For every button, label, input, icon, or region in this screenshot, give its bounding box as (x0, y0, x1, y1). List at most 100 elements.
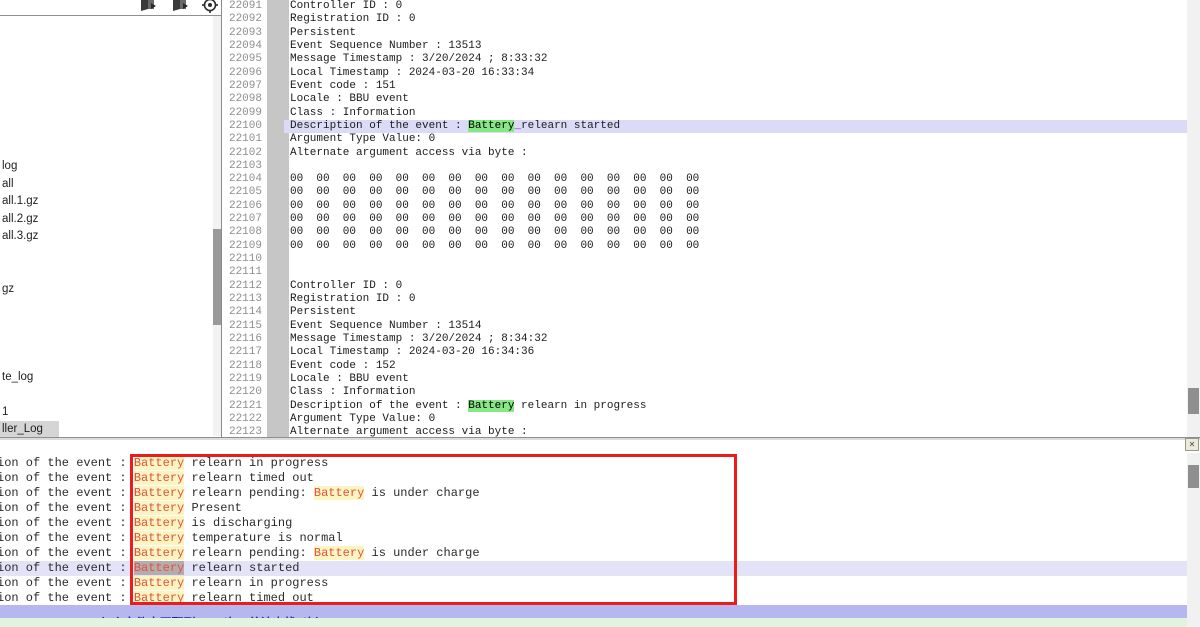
log-line-text: 00 00 00 00 00 00 00 00 00 00 00 00 00 0… (290, 200, 699, 213)
log-text-segment: ion of the event : (0, 516, 134, 530)
editor-line[interactable]: 22122Argument Type Value: 0 (0, 413, 1187, 426)
search-match-green: Battery (468, 120, 514, 132)
log-line-text: Alternate argument access via byte : (290, 147, 528, 160)
editor-line[interactable]: 22105 00 00 00 00 00 00 00 00 00 00 00 00… (0, 186, 1187, 199)
editor-line[interactable]: 22097 Event code : 151 (0, 80, 1187, 93)
line-number: 22096 (228, 67, 262, 80)
log-line-text: Message Timestamp : 3/20/2024 ; 8:33:32 (290, 53, 547, 66)
editor-line[interactable]: 22100Description of the event : Battery_… (0, 120, 1187, 133)
editor-line[interactable]: 22101Argument Type Value: 0 (0, 133, 1187, 146)
line-number: 22116 (228, 333, 262, 346)
line-number: 22093 (228, 27, 262, 40)
log-text-segment: ion of the event : (0, 576, 134, 590)
search-match-green: Battery (468, 400, 514, 412)
log-line-text: Persistent (290, 306, 356, 319)
line-number: 22097 (228, 80, 262, 93)
log-line-text: Event Sequence Number : 13513 (290, 40, 481, 53)
line-number: 22092 (228, 13, 262, 26)
line-number: 22113 (228, 293, 262, 306)
editor-line[interactable]: 22103 (0, 160, 1187, 173)
editor-line[interactable]: 22119 Locale : BBU event (0, 373, 1187, 386)
log-line-text: Local Timestamp : 2024-03-20 16:33:34 (290, 67, 534, 80)
log-line-text: Event Sequence Number : 13514 (290, 320, 481, 333)
editor-line[interactable]: 22098Locale : BBU event (0, 93, 1187, 106)
log-line-text: 00 00 00 00 00 00 00 00 00 00 00 00 00 0… (290, 213, 699, 226)
editor-line[interactable]: 22110 (0, 253, 1187, 266)
log-text-segment: ion of the event : (0, 561, 134, 575)
log-line-text: Controller ID : 0 (290, 0, 402, 13)
log-text-segment: ion of the event : (0, 486, 134, 500)
line-number: 22120 (228, 386, 262, 399)
editor-line[interactable]: 22102Alternate argument access via byte … (0, 147, 1187, 160)
line-number: 22110 (228, 253, 262, 266)
editor-line[interactable]: 2210400 00 00 00 00 00 00 00 00 00 00 00… (0, 173, 1187, 186)
log-line-text: Class : Information (290, 386, 415, 399)
editor-line[interactable]: 22111 (0, 266, 1187, 279)
log-line-text: 00 00 00 00 00 00 00 00 00 00 00 00 00 0… (290, 226, 699, 239)
log-line-text: 00 00 00 00 00 00 00 00 00 00 00 00 00 0… (290, 173, 699, 186)
matched-file-path-bar: 0M617000015-00040200-1620.tar (11)\HwFai… (0, 618, 1187, 627)
line-number: 22114 (228, 306, 262, 319)
line-number: 22099 (228, 107, 262, 120)
results-close-button[interactable]: ✕ (1185, 438, 1199, 451)
editor-line[interactable]: 22117Local Timestamp : 2024-03-20 16:34:… (0, 346, 1187, 359)
log-text-segment: Description of the event : (290, 120, 468, 132)
log-text-segment: ion of the event : (0, 546, 134, 560)
line-number: 22109 (228, 240, 262, 253)
log-line-text: Description of the event : Battery relea… (290, 400, 646, 413)
log-text-segment: ion of the event : (0, 456, 134, 470)
editor-scrollbar-track[interactable] (1187, 0, 1200, 437)
line-number: 22091 (228, 0, 262, 13)
editor-scrollbar-thumb[interactable] (1188, 388, 1199, 414)
log-line-text: Controller ID : 0 (290, 280, 402, 293)
log-line-text: Argument Type Value: 0 (290, 133, 435, 146)
line-number: 22098 (228, 93, 262, 106)
editor-line[interactable]: 22095 Message Timestamp : 3/20/2024 ; 8:3… (0, 53, 1187, 66)
log-line-text: 00 00 00 00 00 00 00 00 00 00 00 00 00 0… (290, 240, 699, 253)
log-line-text: Message Timestamp : 3/20/2024 ; 8:34:32 (290, 333, 547, 346)
editor-line[interactable]: 22121 Description of the event : Battery … (0, 400, 1187, 413)
log-text-segment: ion of the event : (0, 501, 134, 515)
line-number: 22121 (228, 400, 262, 413)
editor-line[interactable]: 22115Event Sequence Number : 13514 (0, 320, 1187, 333)
line-number: 22117 (228, 346, 262, 359)
log-text-segment: relearn in progress (514, 400, 646, 412)
editor-line[interactable]: 22118Event code : 152 (0, 360, 1187, 373)
results-scrollbar-thumb[interactable] (1188, 465, 1199, 488)
line-number: 22112 (228, 280, 262, 293)
log-text-segment: ion of the event : (0, 531, 134, 545)
log-line-text: Locale : BBU event (290, 373, 409, 386)
log-line-text: Event code : 151 (290, 80, 396, 93)
line-number: 22108 (228, 226, 262, 239)
editor-line[interactable]: 22113 Registration ID : 0 (0, 293, 1187, 306)
line-number: 22107 (228, 213, 262, 226)
editor-line[interactable]: 22091 Controller ID : 0 (0, 0, 1187, 13)
line-number: 22103 (228, 160, 262, 173)
log-line-text: Class : Information (290, 107, 415, 120)
editor-line[interactable]: 22093 Persistent (0, 27, 1187, 40)
editor-line[interactable]: 22092Registration ID : 0 (0, 13, 1187, 26)
log-line-text: Persistent (290, 27, 356, 40)
editor-line[interactable]: 22094Event Sequence Number : 13513 (0, 40, 1187, 53)
line-number: 22105 (228, 186, 262, 199)
editor-line[interactable]: 22120 Class : Information (0, 386, 1187, 399)
editor-line[interactable]: 22096 Local Timestamp : 2024-03-20 16:33:… (0, 67, 1187, 80)
editor-line[interactable]: 22109 00 00 00 00 00 00 00 00 00 00 00 00… (0, 240, 1187, 253)
editor-line[interactable]: 22116 Message Timestamp : 3/20/2024 ; 8:3… (0, 333, 1187, 346)
line-number: 22122 (228, 413, 262, 426)
line-number: 22119 (228, 373, 262, 386)
line-number: 22100 (228, 120, 262, 133)
log-line-text: 00 00 00 00 00 00 00 00 00 00 00 00 00 0… (290, 186, 699, 199)
editor-line[interactable]: 22114 Persistent (0, 306, 1187, 319)
editor-line[interactable]: 22099 Class : Information (0, 107, 1187, 120)
log-text-segment: relearn started (521, 120, 620, 132)
editor-line[interactable]: 22112 Controller ID : 0 (0, 280, 1187, 293)
editor-line[interactable]: 22108 00 00 00 00 00 00 00 00 00 00 00 00… (0, 226, 1187, 239)
line-number: 22095 (228, 53, 262, 66)
log-line-text: Event code : 152 (290, 360, 396, 373)
editor-line[interactable]: 2210600 00 00 00 00 00 00 00 00 00 00 00… (0, 200, 1187, 213)
editor-line[interactable]: 22107 00 00 00 00 00 00 00 00 00 00 00 00… (0, 213, 1187, 226)
log-text-segment: Description of the event : (290, 400, 468, 412)
log-text-segment: ion of the event : (0, 591, 134, 605)
log-line-text: Registration ID : 0 (290, 293, 415, 306)
